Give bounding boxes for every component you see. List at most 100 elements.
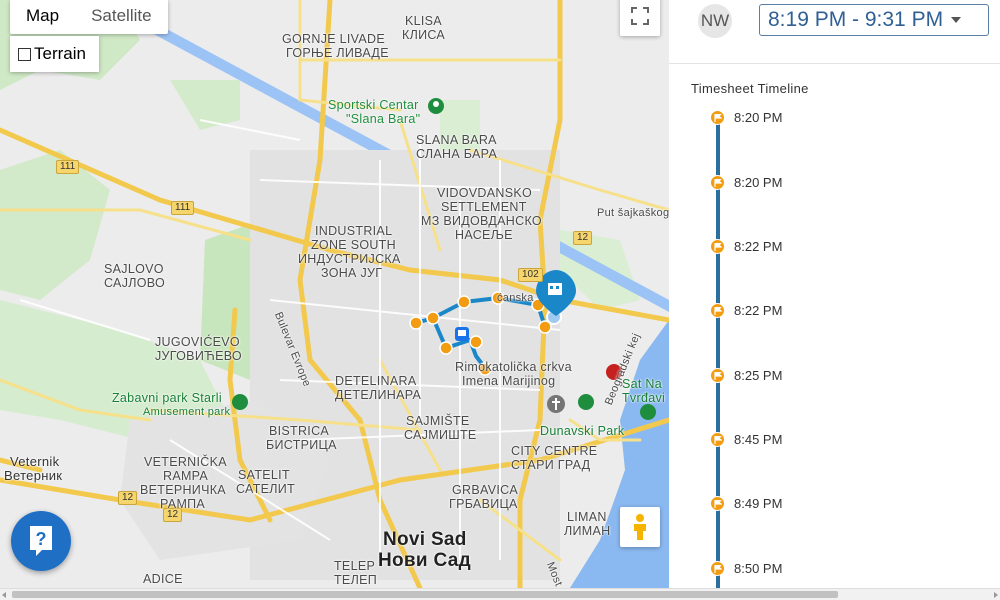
terrain-checkbox[interactable] (18, 47, 31, 61)
map-label: ТЕЛЕП (334, 573, 377, 587)
map-label: Sportski Centar (328, 98, 419, 112)
map-label: SAJLOVO (104, 262, 164, 276)
timeline-entry-time: 8:20 PM (734, 175, 783, 190)
map-label: Imena Marijinog (462, 374, 556, 388)
map-label: Ветерник (4, 468, 63, 483)
city-label: Нови Сад (378, 550, 471, 571)
avatar[interactable]: NW (698, 4, 732, 38)
timeline-entry-time: 8:22 PM (734, 239, 783, 254)
map-label: GORNJE LIVADE (282, 32, 385, 46)
map-label: Put šajkaškog o (597, 207, 669, 219)
flag-icon (710, 496, 725, 511)
timeline-entry[interactable]: 8:49 PM (710, 496, 782, 511)
map-label: Veternik (10, 454, 60, 469)
time-range-value: 8:19 PM - 9:31 PM (768, 8, 944, 31)
map-label: Dunavski Park (540, 424, 625, 438)
timeline-entry[interactable]: 8:20 PM (710, 110, 782, 125)
timeline-entry[interactable]: 8:22 PM (710, 239, 782, 254)
map-label: ГРБАВИЦА (449, 497, 518, 511)
map-label: КЛИСА (402, 28, 446, 42)
map-label: DETELINARA (335, 374, 417, 388)
scrollbar-thumb[interactable] (12, 591, 838, 598)
timeline-entry-time: 8:25 PM (734, 368, 783, 383)
road-shield: 12 (573, 231, 593, 245)
timeline-entry[interactable]: 8:50 PM (710, 561, 782, 576)
terrain-toggle[interactable]: Terrain (10, 36, 99, 72)
street-view-button[interactable] (620, 507, 660, 547)
timeline-entry-time: 8:45 PM (734, 432, 783, 447)
map-label: ДЕТЕЛИНАРА (335, 388, 422, 402)
map-label: Rimokatolička crkva (455, 360, 572, 374)
city-label: Novi Sad (383, 529, 467, 550)
map-label: INDUSTRIAL (315, 224, 393, 238)
road-shield: 12 (118, 491, 138, 505)
map-label: CITY CENTRE (511, 444, 598, 458)
help-button[interactable]: ? (11, 511, 71, 571)
map-label: GRBAVICA (452, 483, 519, 497)
timesheet-panel: NW 8:19 PM - 9:31 PM Timesheet Timeline … (669, 0, 1000, 588)
map-label: Sat Na (622, 377, 663, 391)
time-range-select[interactable]: 8:19 PM - 9:31 PM (759, 4, 989, 36)
pegman-icon (634, 514, 646, 540)
fullscreen-button[interactable] (620, 0, 660, 36)
panel-header: NW 8:19 PM - 9:31 PM (669, 0, 1000, 64)
map-label: BISTRICA (269, 424, 330, 438)
map-label: ЛИМАН (564, 524, 611, 538)
timeline-entry-time: 8:22 PM (734, 303, 783, 318)
chevron-down-icon (951, 17, 962, 23)
timeline-entry-time: 8:49 PM (734, 496, 783, 511)
app: Map Satellite Terrain ? 111 111 102 12 1… (0, 0, 1000, 600)
map-label: Zabavni park Starli (112, 391, 222, 405)
timeline-entry-time: 8:20 PM (734, 110, 783, 125)
timeline-entry[interactable]: 8:45 PM (710, 432, 782, 447)
road-shield: 111 (171, 201, 195, 215)
svg-text:?: ? (36, 529, 47, 549)
map-type-satellite-button[interactable]: Satellite (75, 0, 167, 34)
map-label: СЛАНА БАРА (416, 147, 498, 161)
map-label: БИСТРИЦА (266, 438, 337, 452)
road-shield: 102 (518, 268, 543, 282)
road-shield: 111 (56, 160, 80, 174)
map-label: SETTLEMENT (441, 200, 527, 214)
flag-icon (710, 239, 725, 254)
map-label: МЗ ВИДОВДАНСКО (421, 214, 542, 228)
map-label: НАСЕЉЕ (455, 228, 513, 242)
map-label: СТАРИ ГРАД (511, 458, 591, 472)
map-label: ZONE SOUTH (311, 238, 396, 252)
map-label: RAMPA (163, 469, 209, 483)
timeline-title: Timesheet Timeline (691, 81, 809, 96)
map-label: LIMAN (567, 510, 607, 524)
timeline-entry[interactable]: 8:25 PM (710, 368, 782, 383)
map-label: KLISA (405, 14, 442, 28)
map-canvas[interactable] (0, 0, 669, 588)
flag-icon (710, 175, 725, 190)
horizontal-scrollbar[interactable] (0, 588, 1000, 600)
map-label: TELEP (334, 559, 376, 573)
timeline-entry[interactable]: 8:20 PM (710, 175, 782, 190)
map-label: ИНДУСТРИЈСКА (298, 252, 401, 266)
map-label: JUGOVIĆEVO (155, 335, 240, 349)
map-label: "Slana Bara" (346, 112, 421, 126)
map-label: SAJMIŠTE (406, 414, 470, 428)
map-label: ćanska (497, 292, 534, 304)
scroll-right-icon[interactable] (994, 592, 998, 598)
map-label: VIDOVDANSKO (437, 186, 532, 200)
flag-icon (710, 561, 725, 576)
map-label: РАМПА (160, 497, 206, 511)
map-label: САЈЛОВО (104, 276, 166, 290)
flag-icon (710, 432, 725, 447)
map-label: SATELIT (238, 468, 290, 482)
flag-icon (710, 368, 725, 383)
map-label: Tvrđavi (622, 391, 666, 405)
map-label: ВЕТЕРНИЧКА (140, 483, 226, 497)
map-label: SLANA BARA (416, 133, 497, 147)
map-view[interactable]: Map Satellite Terrain ? 111 111 102 12 1… (0, 0, 669, 588)
scroll-left-icon[interactable] (2, 592, 6, 598)
flag-icon (710, 303, 725, 318)
map-type-map-button[interactable]: Map (10, 0, 75, 34)
map-label: Amusement park (143, 406, 231, 418)
timeline-entry[interactable]: 8:22 PM (710, 303, 782, 318)
timeline-entry-time: 8:50 PM (734, 561, 783, 576)
map-label: ЗОНА ЈУГ (321, 266, 383, 280)
map-type-control: Map Satellite (10, 0, 168, 34)
